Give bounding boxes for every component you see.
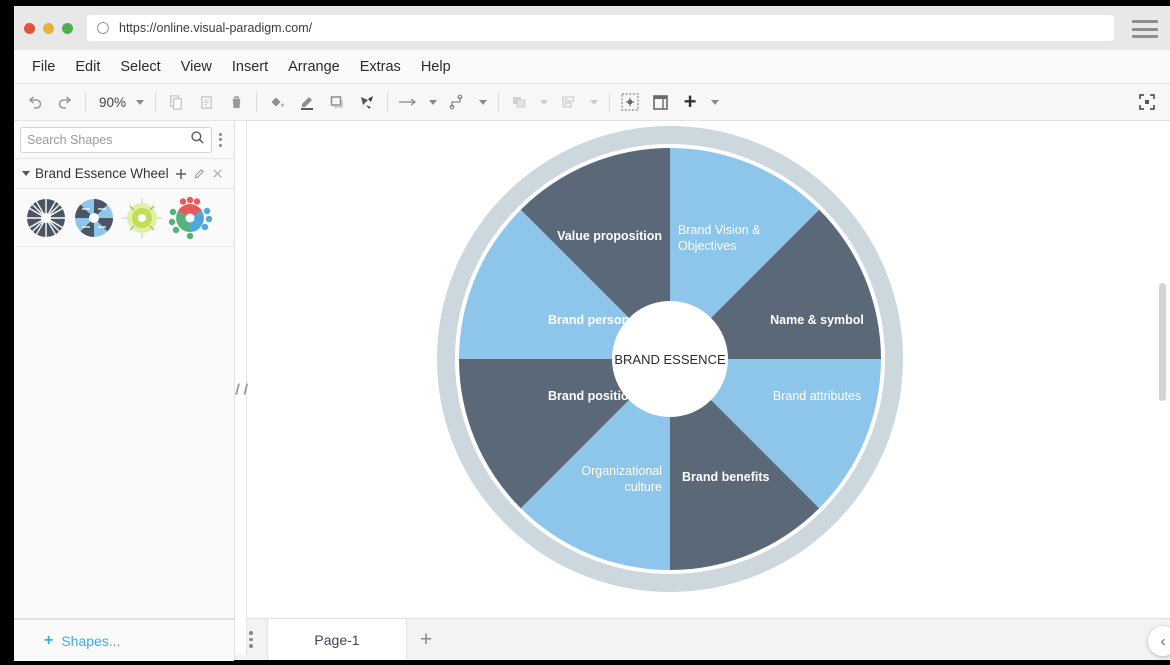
workspace: Brand Essence Wheel bbox=[14, 121, 1170, 655]
triangle-down-icon[interactable] bbox=[22, 171, 30, 176]
fullscreen-icon[interactable] bbox=[1132, 88, 1162, 116]
shape-section-header[interactable]: Brand Essence Wheel bbox=[14, 159, 234, 189]
to-front-icon[interactable] bbox=[504, 88, 534, 116]
menu-edit[interactable]: Edit bbox=[65, 55, 110, 79]
blue-slate-wheel-thumb[interactable] bbox=[72, 196, 116, 240]
close-icon[interactable] bbox=[211, 167, 224, 180]
toolbar: 90% bbox=[14, 84, 1170, 121]
connection-arrow-icon[interactable] bbox=[393, 88, 423, 116]
add-dropdown-button[interactable] bbox=[705, 88, 725, 116]
label-brand-positioning: Brand positioning bbox=[548, 389, 655, 403]
plus-icon: + bbox=[44, 633, 53, 649]
insert-table-icon[interactable] bbox=[645, 88, 675, 116]
shape-section-title: Brand Essence Wheel bbox=[35, 166, 169, 181]
fill-color-icon[interactable] bbox=[262, 88, 292, 116]
menu-bar: File Edit Select View Insert Arrange Ext… bbox=[14, 50, 1170, 84]
page-footer: + Shapes... Page-1 + ‹ bbox=[14, 618, 1170, 660]
menu-view[interactable]: View bbox=[171, 55, 222, 79]
close-window-button[interactable] bbox=[24, 23, 35, 34]
footer-left-panel: + Shapes... bbox=[14, 619, 235, 660]
label-brand-vision-line2: Objectives bbox=[678, 239, 736, 253]
shape-thumbnail-row bbox=[14, 189, 234, 247]
panel-splitter[interactable]: ❙❙ bbox=[235, 121, 247, 655]
fit-page-icon[interactable] bbox=[615, 88, 645, 116]
label-brand-personality: Brand personality bbox=[548, 313, 654, 327]
vertical-scrollbar[interactable] bbox=[1159, 283, 1166, 401]
toolbar-divider bbox=[85, 92, 86, 112]
sidebar-empty-area bbox=[14, 247, 234, 655]
undo-icon[interactable] bbox=[20, 88, 50, 116]
address-bar[interactable]: https://online.visual-paradigm.com/ bbox=[87, 15, 1114, 41]
sidebar-options-icon[interactable] bbox=[212, 133, 228, 147]
green-radial-wheel-thumb[interactable] bbox=[120, 196, 164, 240]
zoom-level-label[interactable]: 90% bbox=[91, 95, 130, 110]
toolbar-divider bbox=[387, 92, 388, 112]
chevron-down-icon bbox=[136, 100, 144, 105]
hamburger-icon[interactable] bbox=[1132, 20, 1158, 38]
toolbar-divider bbox=[609, 92, 610, 112]
delete-icon[interactable] bbox=[221, 88, 251, 116]
menu-arrange[interactable]: Arrange bbox=[278, 55, 350, 79]
copy-icon[interactable] bbox=[161, 88, 191, 116]
order-dropdown-button[interactable] bbox=[534, 88, 554, 116]
menu-help[interactable]: Help bbox=[411, 55, 461, 79]
waypoints-dropdown-button[interactable] bbox=[473, 88, 493, 116]
label-brand-attributes: Brand attributes bbox=[773, 389, 861, 403]
colorful-node-wheel-thumb[interactable] bbox=[168, 196, 212, 240]
chevron-left-icon[interactable]: ‹ bbox=[1148, 626, 1170, 656]
format-painter-icon[interactable] bbox=[352, 88, 382, 116]
zoom-dropdown-button[interactable] bbox=[130, 88, 150, 116]
add-page-button[interactable]: + bbox=[407, 619, 445, 660]
search-icon[interactable] bbox=[190, 130, 205, 150]
search-box[interactable] bbox=[20, 127, 212, 153]
connection-dropdown-button[interactable] bbox=[423, 88, 443, 116]
search-input[interactable] bbox=[27, 133, 190, 147]
minimize-window-button[interactable] bbox=[43, 23, 54, 34]
menu-file[interactable]: File bbox=[22, 55, 65, 79]
label-value-proposition: Value proposition bbox=[557, 229, 662, 243]
line-color-icon[interactable] bbox=[292, 88, 322, 116]
toolbar-divider bbox=[498, 92, 499, 112]
plus-icon[interactable] bbox=[174, 167, 188, 181]
search-row bbox=[14, 121, 234, 159]
chevron-down-icon bbox=[429, 100, 437, 105]
chevron-down-icon bbox=[590, 100, 598, 105]
menu-extras[interactable]: Extras bbox=[350, 55, 411, 79]
brand-essence-wheel[interactable]: Brand Vision & Objectives Name & symbol … bbox=[435, 124, 905, 599]
align-dropdown-button[interactable] bbox=[584, 88, 604, 116]
shadow-icon[interactable] bbox=[322, 88, 352, 116]
add-shapes-button[interactable]: + Shapes... bbox=[14, 619, 234, 661]
label-name-symbol: Name & symbol bbox=[770, 313, 864, 327]
align-icon[interactable] bbox=[554, 88, 584, 116]
label-organizational-culture-line1: Organizational bbox=[581, 464, 662, 478]
label-brand-benefits: Brand benefits bbox=[682, 470, 770, 484]
label-brand-vision-line1: Brand Vision & bbox=[678, 223, 761, 237]
pencil-icon[interactable] bbox=[193, 167, 206, 180]
menu-select[interactable]: Select bbox=[110, 55, 170, 79]
chevron-down-icon bbox=[479, 100, 487, 105]
label-organizational-culture-line2: culture bbox=[624, 480, 662, 494]
chevron-down-icon bbox=[540, 100, 548, 105]
add-shapes-label: Shapes... bbox=[61, 633, 120, 649]
waypoints-icon[interactable] bbox=[443, 88, 473, 116]
menu-insert[interactable]: Insert bbox=[222, 55, 278, 79]
redo-icon[interactable] bbox=[50, 88, 80, 116]
diagram-canvas[interactable]: Brand Vision & Objectives Name & symbol … bbox=[235, 121, 1170, 655]
toolbar-divider bbox=[155, 92, 156, 112]
window-controls bbox=[24, 23, 73, 34]
label-brand-essence-center: BRAND ESSENCE bbox=[614, 352, 726, 367]
reload-icon[interactable] bbox=[97, 22, 109, 34]
shapes-sidebar: Brand Essence Wheel bbox=[14, 121, 235, 655]
paste-icon[interactable] bbox=[191, 88, 221, 116]
dark-spoke-wheel-thumb[interactable] bbox=[24, 196, 68, 240]
browser-toolbar: https://online.visual-paradigm.com/ bbox=[14, 6, 1170, 50]
toolbar-divider bbox=[256, 92, 257, 112]
app-root: https://online.visual-paradigm.com/ File… bbox=[0, 0, 1170, 665]
chevron-down-icon bbox=[711, 100, 719, 105]
page-tab-page-1[interactable]: Page-1 bbox=[267, 619, 407, 660]
add-icon[interactable]: + bbox=[675, 88, 705, 116]
url-text: https://online.visual-paradigm.com/ bbox=[119, 21, 312, 35]
maximize-window-button[interactable] bbox=[62, 23, 73, 34]
application-window: File Edit Select View Insert Arrange Ext… bbox=[14, 50, 1170, 655]
